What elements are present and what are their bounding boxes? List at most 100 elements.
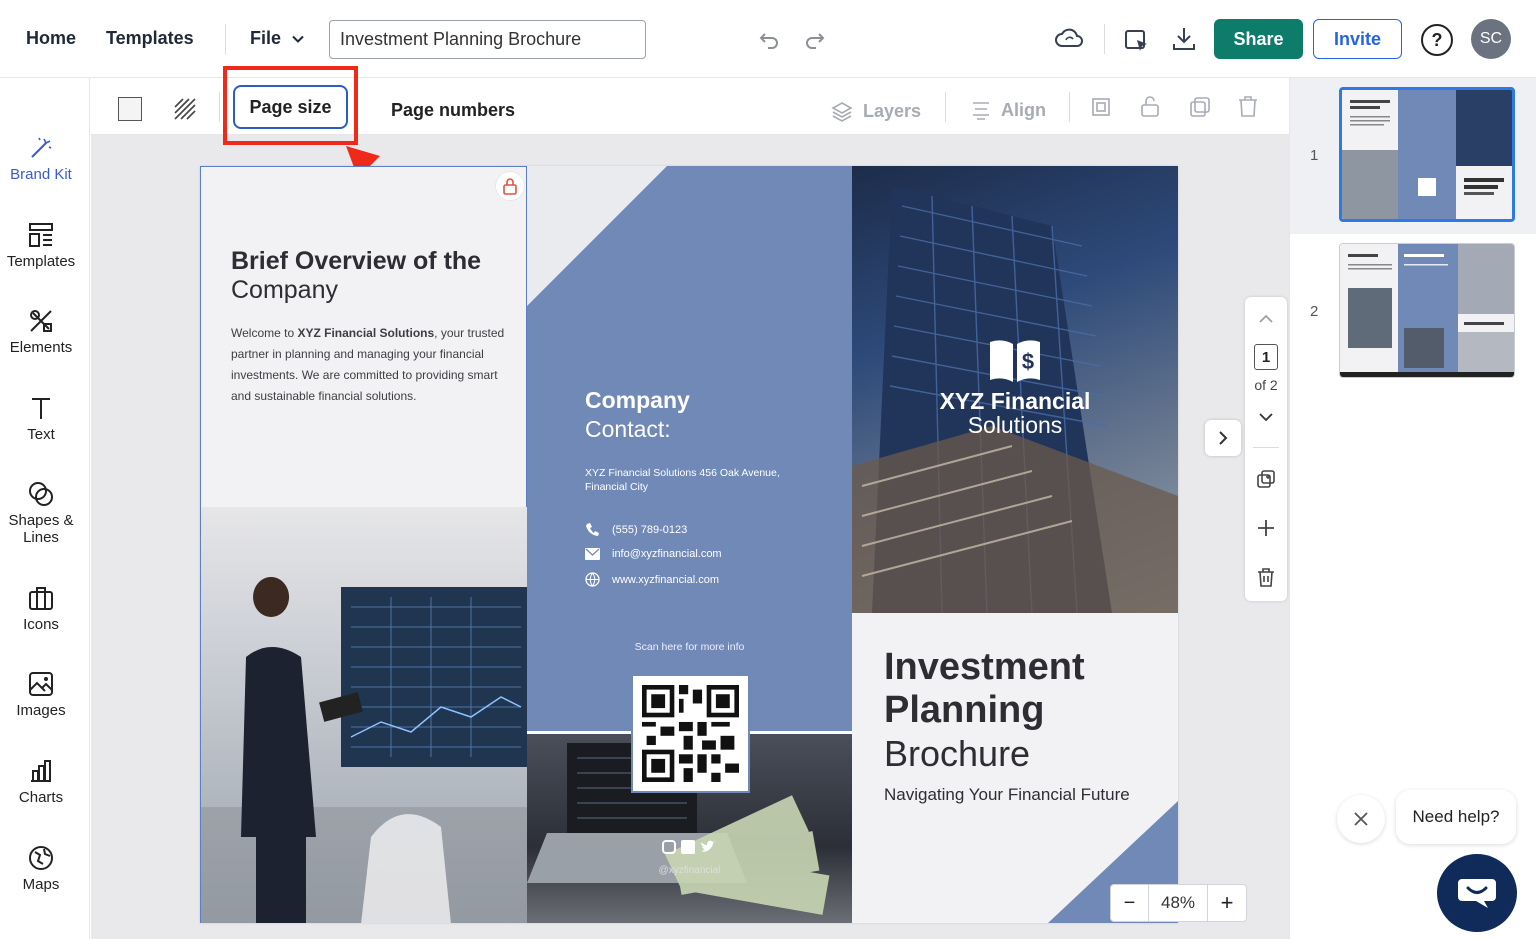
share-button[interactable]: Share [1214, 19, 1303, 59]
sidebar-item-label: Templates [6, 253, 76, 270]
pattern-icon[interactable] [173, 97, 197, 121]
sidebar-item-shapes-lines[interactable]: Shapes & Lines [0, 480, 82, 546]
layers-icon [831, 102, 853, 122]
lock-icon[interactable] [495, 171, 525, 201]
contact-address: XYZ Financial Solutions 456 Oak Avenue, … [585, 467, 780, 493]
divider [945, 92, 946, 122]
contact-website: www.xyzfinancial.com [612, 573, 719, 586]
page-thumbnail-1[interactable] [1339, 87, 1515, 222]
shapes-icon [29, 482, 53, 506]
thumbnail-number: 2 [1310, 303, 1319, 320]
charts-icon [31, 760, 51, 782]
cover-title-line-1: Investment [884, 646, 1085, 688]
cloud-sync-icon[interactable] [1054, 24, 1084, 54]
contact-email: info@xyzfinancial.com [612, 548, 722, 560]
images-icon [29, 672, 53, 696]
brochure-panel-contact[interactable]: Company Contact: XYZ Financial Solutions… [527, 166, 852, 923]
duplicate-page-icon[interactable] [1256, 469, 1276, 489]
page-thumbnail-2[interactable] [1339, 243, 1515, 378]
zoom-in-button[interactable]: + [1208, 885, 1246, 921]
brochure-panel-overview[interactable]: Brief Overview of the Company Welcome to… [200, 166, 528, 923]
thumbnail-row-1[interactable]: 1 [1290, 78, 1536, 234]
close-icon [1354, 812, 1368, 826]
sidebar-item-label: Text [27, 426, 55, 443]
phone-icon [586, 523, 599, 536]
page-navigator: 1 of 2 [1245, 297, 1287, 601]
zoom-out-button[interactable]: − [1111, 885, 1149, 921]
current-page-input[interactable]: 1 [1254, 344, 1278, 370]
close-help-button[interactable] [1337, 795, 1385, 843]
lock-icon[interactable] [1139, 94, 1161, 118]
annotation-highlight-box [223, 66, 358, 145]
sidebar-item-text[interactable]: Text [0, 394, 82, 443]
brochure-page[interactable]: Brief Overview of the Company Welcome to… [200, 166, 1178, 923]
chevron-down-icon [292, 35, 304, 43]
invite-button[interactable]: Invite [1313, 19, 1402, 59]
mail-icon [585, 548, 600, 560]
need-help-bubble[interactable]: Need help? [1396, 790, 1516, 844]
logo-subtitle: Solutions [967, 412, 1063, 438]
align-label: Align [1001, 100, 1046, 120]
zoom-level[interactable]: 48% [1149, 885, 1208, 921]
help-icon[interactable]: ? [1421, 24, 1453, 56]
scan-caption: Scan here for more info [634, 641, 745, 653]
cover-title-line-3: Brochure [884, 733, 1031, 774]
svg-text:$: $ [1022, 349, 1034, 374]
chat-launcher-button[interactable] [1437, 854, 1517, 932]
layers-button[interactable]: Layers [831, 100, 921, 122]
nav-home[interactable]: Home [26, 28, 76, 49]
sidebar-item-brand-kit[interactable]: Brand Kit [0, 134, 82, 183]
download-icon[interactable] [1170, 25, 1198, 53]
sidebar-item-images[interactable]: Images [0, 670, 82, 719]
sidebar-item-label: Images [16, 702, 66, 719]
undo-icon[interactable] [758, 28, 780, 50]
align-button[interactable]: Align [971, 100, 1046, 121]
contact-phone: (555) 789-0123 [612, 523, 688, 536]
document-title-input[interactable] [329, 20, 646, 59]
file-menu-label: File [250, 28, 282, 48]
page-numbers-button[interactable]: Page numbers [391, 100, 515, 121]
delete-page-icon[interactable] [1257, 567, 1275, 587]
divider [225, 24, 226, 54]
left-sidebar: Brand Kit Templates Elements Text Shapes… [0, 78, 90, 939]
contact-phone-row: (555) 789-0123 [585, 522, 687, 537]
next-page-button[interactable] [1205, 420, 1241, 456]
present-icon[interactable] [1122, 26, 1150, 54]
overview-title: Brief Overview of the [231, 247, 482, 275]
templates-icon [29, 223, 53, 247]
icons-icon [29, 587, 53, 610]
thumbnail-row-2[interactable]: 2 [1290, 234, 1536, 390]
divider [1069, 92, 1070, 122]
duplicate-icon[interactable] [1188, 95, 1212, 119]
group-icon[interactable] [1089, 95, 1113, 119]
chevron-down-icon[interactable] [1258, 411, 1274, 423]
maps-icon [29, 846, 53, 870]
decorative-triangle [527, 166, 667, 306]
redo-icon[interactable] [804, 28, 826, 50]
add-page-icon[interactable] [1256, 518, 1276, 538]
sidebar-item-maps[interactable]: Maps [0, 844, 82, 893]
file-menu-button[interactable]: File [250, 28, 305, 49]
sidebar-item-label: Maps [22, 876, 60, 893]
trash-icon[interactable] [1237, 94, 1259, 118]
sidebar-item-elements[interactable]: Elements [0, 307, 82, 356]
avatar[interactable]: SC [1471, 19, 1511, 59]
twitter-icon [701, 840, 715, 852]
chevron-right-icon [1219, 431, 1228, 445]
facebook-icon [681, 840, 695, 854]
thumbnail-number: 1 [1310, 147, 1319, 164]
office-trader-photo [201, 507, 528, 923]
sidebar-item-templates[interactable]: Templates [0, 221, 82, 270]
sidebar-item-charts[interactable]: Charts [0, 757, 82, 806]
logo-title: XYZ Financial [939, 388, 1091, 414]
magic-wand-icon [31, 137, 52, 158]
background-color-swatch[interactable] [118, 97, 142, 121]
qr-code[interactable] [631, 674, 750, 793]
overview-subtitle: Company [231, 276, 338, 304]
nav-templates[interactable]: Templates [106, 28, 194, 49]
sidebar-item-icons[interactable]: Icons [0, 584, 82, 633]
social-icons [662, 840, 716, 854]
chevron-up-icon[interactable] [1258, 313, 1274, 325]
contact-title: Company [585, 387, 690, 413]
brochure-panel-cover[interactable]: $ XYZ Financial Solutions Investment Pla… [852, 166, 1178, 923]
